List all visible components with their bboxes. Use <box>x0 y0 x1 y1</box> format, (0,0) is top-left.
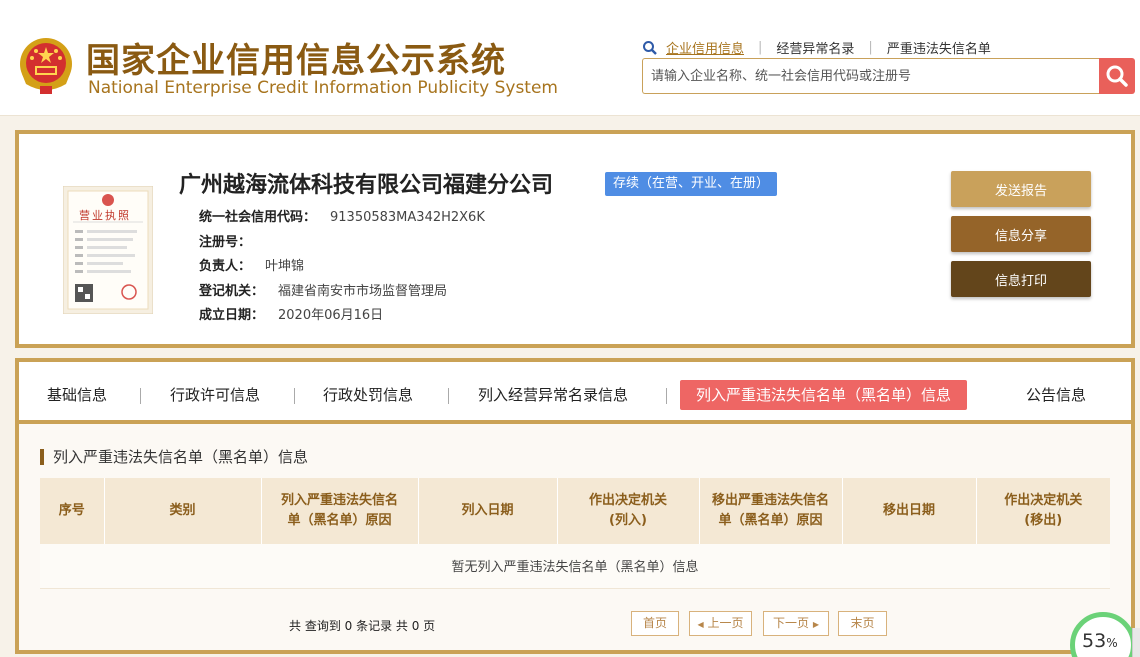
nav-enterprise-credit-info[interactable]: 企业信用信息 <box>666 38 744 57</box>
info-establishment-date: 成立日期： 2020年06月16日 <box>199 304 383 323</box>
column-header-removal-reason: 移出严重违法失信名 单（黑名单）原因 <box>699 478 843 544</box>
national-emblem-icon <box>20 38 72 94</box>
search-button[interactable] <box>1099 58 1135 94</box>
print-info-button[interactable]: 信息打印 <box>951 261 1091 297</box>
tab-separator <box>448 388 449 404</box>
column-header-removal-authority: 作出决定机关 (移出) <box>976 478 1110 544</box>
info-label: 登记机关： <box>199 284 265 299</box>
scrollbar-corner[interactable] <box>1132 628 1140 657</box>
column-header-inclusion-reason: 列入严重违法失信名 单（黑名单）原因 <box>261 478 419 544</box>
info-label: 成立日期： <box>199 308 265 323</box>
next-page-button[interactable]: 下一页 ▶ <box>763 611 829 636</box>
record-count: 共 查询到 0 条记录 共 0 页 <box>289 619 436 633</box>
tab-admin-license[interactable]: 行政许可信息 <box>170 380 260 410</box>
info-label: 负责人： <box>199 259 252 274</box>
column-header-inclusion-date: 列入日期 <box>418 478 558 544</box>
nav-separator: | <box>758 40 763 55</box>
info-registration-authority: 登记机关： 福建省南安市市场监督管理局 <box>199 280 447 299</box>
tab-admin-penalty[interactable]: 行政处罚信息 <box>323 380 413 410</box>
info-value: 叶坤锦 <box>265 259 305 274</box>
column-header-index: 序号 <box>40 478 105 544</box>
tab-separator <box>666 388 667 404</box>
info-value: 福建省南安市市场监督管理局 <box>278 284 448 299</box>
chevron-right-icon: ▶ <box>812 620 819 629</box>
share-info-button[interactable]: 信息分享 <box>951 216 1091 252</box>
site-title: 国家企业信用信息公示系统 <box>86 41 506 81</box>
tab-basic-info[interactable]: 基础信息 <box>47 380 107 410</box>
tab-bar: 基础信息 行政许可信息 行政处罚信息 列入经营异常名录信息 列入严重违法失信名单… <box>19 362 1131 424</box>
site-subtitle: National Enterprise Credit Information P… <box>88 78 558 98</box>
tab-separator <box>140 388 141 404</box>
table-row: 暂无列入严重违法失信名单（黑名单）信息 <box>40 544 1110 589</box>
info-label: 注册号： <box>199 235 252 250</box>
site-header: 国家企业信用信息公示系统 National Enterprise Credit … <box>0 0 1140 116</box>
license-title: 营业执照 <box>79 209 131 222</box>
tab-separator <box>294 388 295 404</box>
info-panel: 基础信息 行政许可信息 行政处罚信息 列入经营异常名录信息 列入严重违法失信名单… <box>15 358 1135 654</box>
company-name: 广州越海流体科技有限公司福建分公司 <box>179 173 554 198</box>
info-registration-number: 注册号： <box>199 231 265 250</box>
info-value: 91350583MA342H2X6K <box>330 210 485 225</box>
progress-value: 53% <box>1082 630 1118 652</box>
prev-page-button[interactable]: ◀ 上一页 <box>689 611 752 636</box>
column-header-category: 类别 <box>104 478 262 544</box>
last-page-button[interactable]: 末页 <box>838 611 887 636</box>
first-page-button[interactable]: 首页 <box>631 611 679 636</box>
next-page-label: 下一页 <box>773 616 810 630</box>
send-report-button[interactable]: 发送报告 <box>951 171 1091 207</box>
chevron-left-icon: ◀ <box>697 620 704 629</box>
tab-abnormal-operation[interactable]: 列入经营异常名录信息 <box>478 380 628 410</box>
info-person-in-charge: 负责人： 叶坤锦 <box>199 255 304 274</box>
blacklist-table: 序号 类别 列入严重违法失信名 单（黑名单）原因 列入日期 作出决定机关 (列入) … <box>40 478 1110 589</box>
search-input[interactable] <box>642 58 1100 94</box>
search-icon <box>1106 65 1128 87</box>
nav-separator: | <box>868 40 873 55</box>
search-icon <box>643 40 657 55</box>
nav-abnormal-operation-list[interactable]: 经营异常名录 <box>776 38 854 57</box>
nav-serious-violation-list[interactable]: 严重违法失信名单 <box>887 38 991 57</box>
empty-state-message: 暂无列入严重违法失信名单（黑名单）信息 <box>40 544 1110 589</box>
info-label: 统一社会信用代码： <box>199 210 317 225</box>
top-nav: 企业信用信息 | 经营异常名录 | 严重违法失信名单 <box>642 38 991 57</box>
info-credit-code: 统一社会信用代码： 91350583MA342H2X6K <box>199 206 485 225</box>
column-header-removal-date: 移出日期 <box>842 478 977 544</box>
tab-serious-violation-blacklist[interactable]: 列入严重违法失信名单（黑名单）信息 <box>680 380 968 410</box>
company-card: 营业执照 广州越海流体科技有限公司福建分公司 存续（在营、开业、在册） 统一社会… <box>15 130 1135 348</box>
column-header-inclusion-authority: 作出决定机关 (列入) <box>557 478 700 544</box>
section-title: 列入严重违法失信名单（黑名单）信息 <box>40 449 308 465</box>
prev-page-label: 上一页 <box>707 616 744 630</box>
table-header-row: 序号 类别 列入严重违法失信名 单（黑名单）原因 列入日期 作出决定机关 (列入) … <box>40 478 1110 544</box>
loading-progress-badge: 53% <box>1066 608 1140 657</box>
info-value: 2020年06月16日 <box>278 308 384 323</box>
business-license-icon <box>63 186 153 314</box>
status-badge: 存续（在营、开业、在册） <box>605 172 778 196</box>
tab-announcement[interactable]: 公告信息 <box>1026 380 1086 410</box>
